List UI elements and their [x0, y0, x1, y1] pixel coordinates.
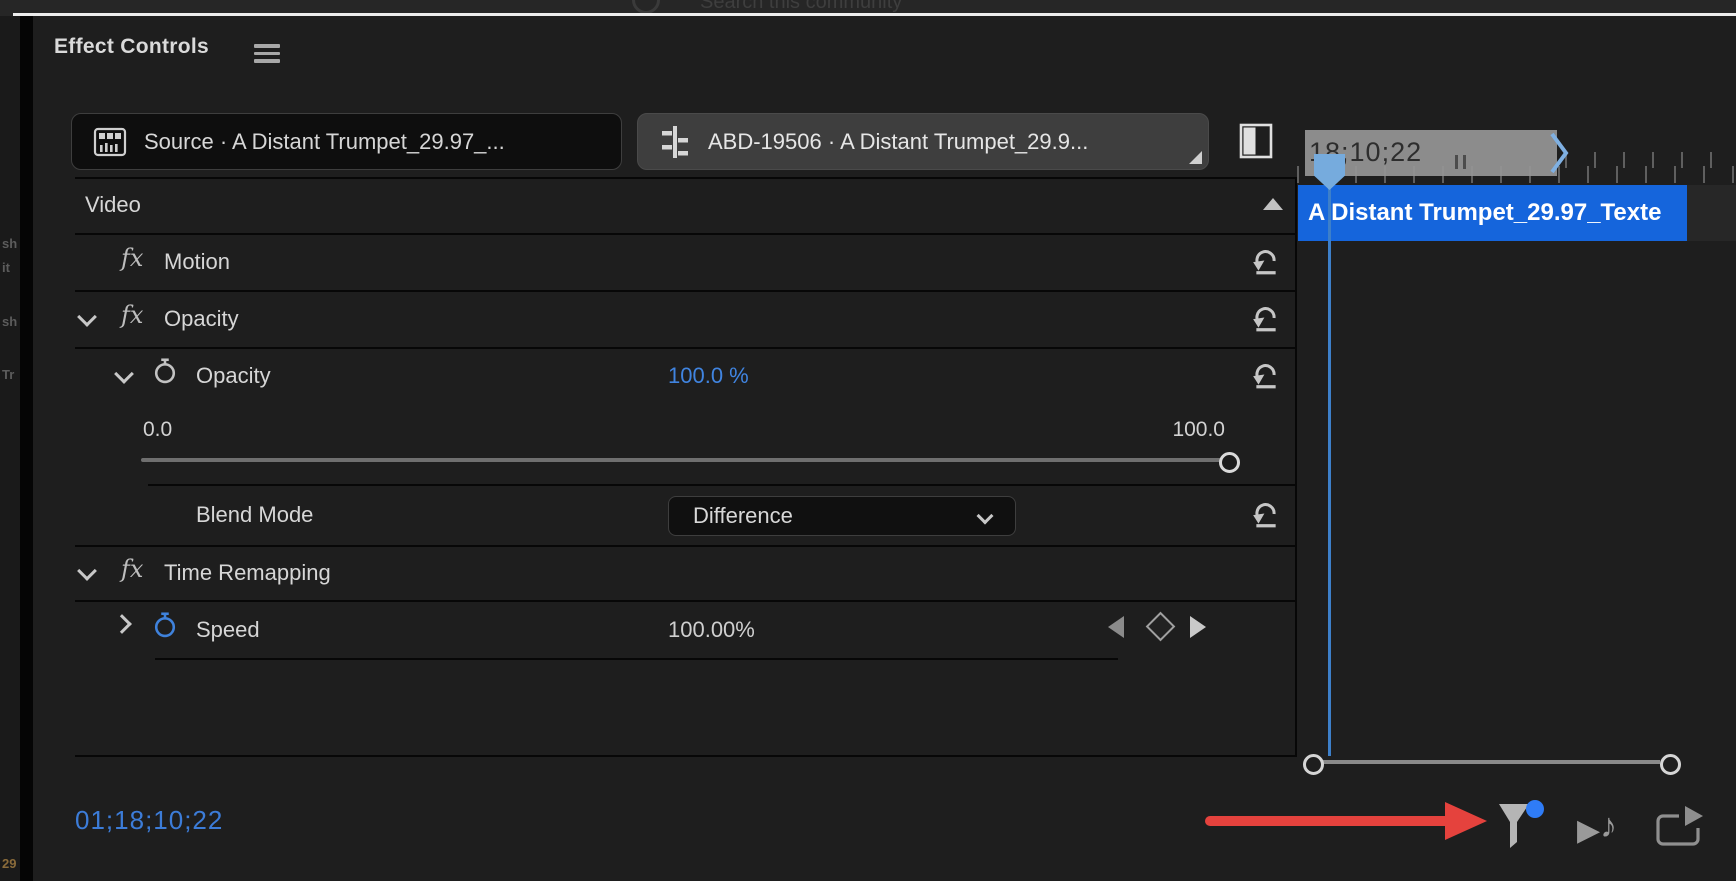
opacity-slider-handle[interactable] — [1219, 452, 1240, 473]
tab-sequence-label: ABD-19506 · A Distant Trumpet_29.9... — [708, 128, 1089, 154]
blend-mode-select[interactable]: Difference — [668, 496, 1016, 536]
clip-icon — [93, 127, 127, 156]
effect-time-remapping-label: Time Remapping — [164, 560, 331, 585]
reset-opacity-icon[interactable] — [1251, 303, 1281, 333]
param-speed-label: Speed — [196, 617, 260, 642]
add-keyframe-icon[interactable] — [1145, 611, 1176, 642]
clip-end-bracket-icon — [1550, 132, 1569, 174]
fx-badge-icon[interactable]: fx — [121, 301, 143, 329]
tab-sequence-clip[interactable]: ABD-19506 · A Distant Trumpet_29.9... — [637, 113, 1209, 170]
speed-value[interactable]: 100.00% — [668, 617, 755, 643]
split-view-icon[interactable] — [1239, 122, 1273, 160]
divider — [155, 658, 1118, 660]
sequence-icon — [662, 125, 688, 158]
collapse-panel-icon[interactable] — [1263, 198, 1283, 210]
music-note-glyph: ♪ — [1600, 807, 1618, 845]
slider-max-label: 100.0 — [1172, 418, 1225, 441]
playhead-line[interactable] — [1328, 166, 1331, 756]
play-audio-icon[interactable]: ▶♪ — [1577, 807, 1618, 849]
ruler-timecode: 18;10;22 — [1309, 137, 1423, 167]
effect-controls-panel: Effect Controls Source · A Distant Trump… — [33, 16, 1736, 881]
panel-title: Effect Controls — [54, 35, 210, 58]
text-fragment: Tr — [2, 367, 15, 382]
effect-motion-label: Motion — [164, 249, 231, 274]
page-edge-remnant: sh it sh Tr 29 — [0, 16, 20, 881]
timeline-zoom-scrollbar[interactable] — [1319, 760, 1660, 764]
panel-menu-icon[interactable] — [254, 44, 280, 64]
loop-playback-icon[interactable] — [1655, 804, 1707, 852]
next-keyframe-icon[interactable] — [1190, 616, 1206, 638]
slider-min-label: 0.0 — [143, 418, 173, 441]
twirl-opacity-param-icon[interactable] — [114, 364, 134, 384]
tab-corner-badge — [1189, 151, 1202, 164]
reset-motion-icon[interactable] — [1251, 246, 1281, 276]
divider — [75, 600, 1297, 602]
timeline-clip[interactable]: A Distant Trumpet_29.97_Texte — [1298, 185, 1687, 241]
twirl-opacity-icon[interactable] — [77, 307, 97, 327]
text-fragment: sh — [2, 314, 18, 329]
divider — [75, 755, 1297, 757]
zoom-handle-right[interactable] — [1660, 754, 1681, 775]
blend-mode-label: Blend Mode — [196, 502, 314, 527]
timeline-track-background — [1687, 185, 1736, 241]
divider — [75, 347, 1297, 349]
timeline-clip-label: A Distant Trumpet_29.97_Texte — [1308, 199, 1662, 226]
search-icon — [632, 0, 660, 14]
blend-mode-value: Difference — [693, 503, 793, 528]
divider — [75, 233, 1297, 235]
timeline-ruler-ticks[interactable] — [1565, 152, 1736, 168]
fx-badge-icon[interactable]: fx — [121, 244, 143, 272]
text-fragment: sh — [2, 236, 18, 251]
param-opacity-label: Opacity — [196, 363, 271, 388]
filter-properties-icon[interactable] — [1495, 798, 1545, 854]
tab-source-label: Source · A Distant Trumpet_29.97_... — [144, 128, 505, 154]
ruler-tick — [1455, 155, 1458, 169]
fx-badge-icon[interactable]: fx — [121, 555, 143, 583]
divider — [75, 177, 1297, 179]
divider — [1295, 177, 1297, 757]
divider — [75, 545, 1297, 547]
reset-blend-icon[interactable] — [1251, 499, 1281, 529]
divider — [20, 16, 33, 881]
opacity-value[interactable]: 100.0 % — [668, 363, 749, 389]
effect-opacity-label: Opacity — [164, 306, 239, 331]
stopwatch-icon[interactable] — [152, 356, 178, 386]
zoom-handle-left[interactable] — [1303, 754, 1324, 775]
opacity-slider-track[interactable] — [141, 458, 1229, 462]
chevron-down-icon — [976, 507, 994, 525]
twirl-time-remapping-icon[interactable] — [77, 561, 97, 581]
annotation-arrow — [1205, 816, 1453, 826]
text-fragment: it — [2, 260, 10, 275]
reset-opacity-param-icon[interactable] — [1251, 360, 1281, 390]
divider — [148, 484, 1297, 486]
tab-source-clip[interactable]: Source · A Distant Trumpet_29.97_... — [71, 113, 622, 170]
stopwatch-active-icon[interactable] — [152, 610, 178, 640]
play-triangle-glyph: ▶ — [1577, 814, 1601, 847]
track-header-video: Video — [85, 192, 141, 217]
previous-keyframe-icon[interactable] — [1108, 616, 1124, 638]
search-placeholder-text: Search this community — [700, 0, 903, 13]
current-timecode[interactable]: 01;18;10;22 — [75, 805, 223, 836]
ruler-tick — [1463, 155, 1466, 169]
annotation-arrow-head — [1445, 802, 1487, 840]
screenshot-root: Search this community sh it sh Tr 29 Eff… — [0, 0, 1736, 881]
divider — [75, 290, 1297, 292]
text-fragment: 29 — [2, 856, 17, 871]
twirl-speed-icon[interactable] — [112, 614, 132, 634]
